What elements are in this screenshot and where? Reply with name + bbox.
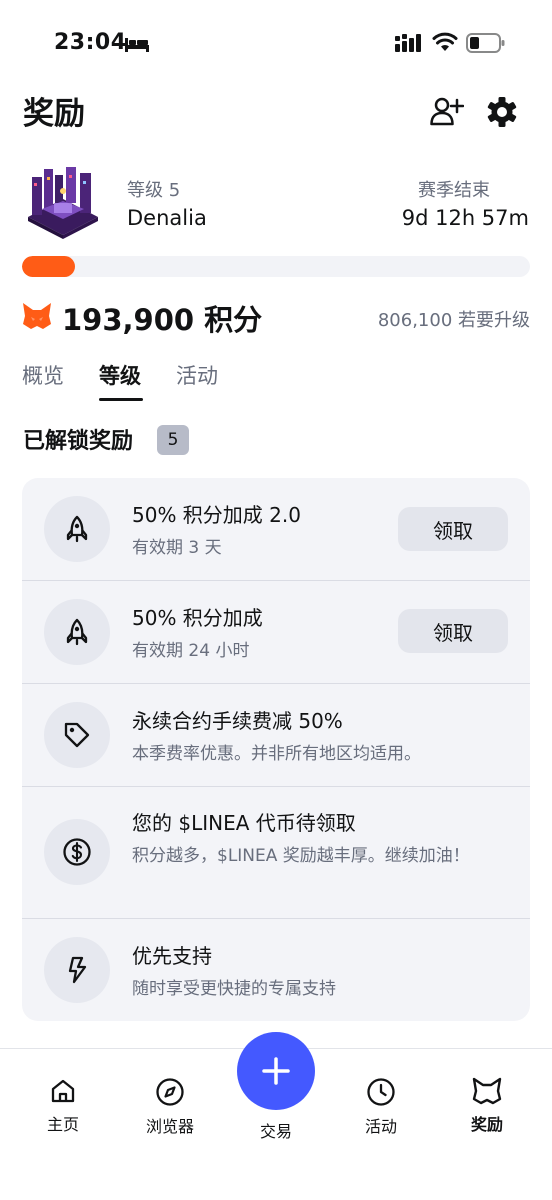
reward-item: 50% 积分加成 2.0 有效期 3 天 领取 (22, 478, 530, 580)
add-user-icon[interactable] (430, 96, 464, 126)
reward-icon (44, 702, 110, 768)
reward-icon (44, 496, 110, 562)
reward-item: 优先支持 随时享受更快捷的专属支持 (22, 919, 530, 1021)
bed-icon (125, 38, 149, 52)
trade-button[interactable] (237, 1032, 315, 1110)
clock-icon (367, 1078, 395, 1106)
reward-icon (44, 937, 110, 1003)
wifi-icon (432, 32, 458, 51)
reward-title: 永续合约手续费减 50% (132, 709, 343, 733)
rocket-icon (66, 618, 88, 646)
season-countdown: 9d 12h 57m (401, 206, 529, 230)
nav-label: 浏览器 (145, 1117, 194, 1136)
unlocked-count-badge: 5 (157, 425, 189, 455)
season-end-label: 赛季结束 (418, 180, 490, 201)
reward-item: 永续合约手续费减 50% 本季费率优惠。并非所有地区均适用。 (22, 684, 530, 786)
reward-icon (44, 599, 110, 665)
reward-description: 有效期 24 小时 (132, 641, 250, 661)
reward-item: 您的 $LINEA 代币待领取 积分越多，$LINEA 奖励越丰厚。继续加油！ (22, 787, 530, 918)
level-label: 等级 5 (127, 180, 181, 201)
reward-title: 优先支持 (132, 944, 212, 968)
level-progress-bar (22, 256, 530, 277)
status-bar: 23:04 (0, 0, 552, 80)
tab-overview[interactable]: 概览 (22, 360, 64, 390)
season-name: Denalia (127, 206, 207, 230)
points-to-next-level: 806,100 若要升级 (377, 310, 530, 331)
claim-button[interactable]: 领取 (398, 507, 508, 551)
nav-browser[interactable]: 浏览器 (125, 1077, 215, 1137)
lightning-icon (68, 956, 87, 984)
nav-activity[interactable]: 活动 (336, 1077, 426, 1137)
reward-description: 本季费率优惠。并非所有地区均适用。 (132, 744, 421, 764)
compass-icon (156, 1078, 184, 1106)
nav-rewards[interactable]: 奖励 (442, 1077, 532, 1135)
reward-item: 50% 积分加成 有效期 24 小时 领取 (22, 581, 530, 683)
tab-levels[interactable]: 等级 (99, 360, 141, 390)
reward-title: 您的 $LINEA 代币待领取 (132, 811, 356, 835)
nav-label: 活动 (364, 1117, 397, 1136)
nav-home[interactable]: 主页 (18, 1077, 108, 1135)
dollar-coin-icon (63, 838, 91, 866)
fox-outline-icon (472, 1077, 502, 1105)
reward-description: 积分越多，$LINEA 奖励越丰厚。继续加油！ (132, 846, 470, 866)
level-progress-fill (22, 256, 76, 277)
gear-icon[interactable] (486, 96, 518, 128)
home-icon (51, 1079, 75, 1103)
season-level-image (28, 167, 98, 239)
plus-icon (262, 1057, 290, 1085)
page-title: 奖励 (23, 96, 85, 132)
battery-icon (466, 33, 505, 53)
reward-title: 50% 积分加成 (132, 606, 263, 630)
unlocked-rewards-list: 50% 积分加成 2.0 有效期 3 天 领取 50% 积分加成 有效期 24 … (22, 478, 530, 1021)
reward-description: 随时享受更快捷的专属支持 (132, 979, 336, 999)
active-tab-indicator (99, 398, 143, 401)
tag-icon (64, 722, 90, 748)
nav-label: 奖励 (470, 1115, 503, 1134)
metamask-fox-icon (23, 303, 51, 329)
trade-label: 交易 (259, 1122, 292, 1141)
cellular-signal-icon (395, 34, 421, 52)
rocket-icon (66, 515, 88, 543)
reward-icon (44, 819, 110, 885)
section-title: 已解锁奖励 (23, 429, 134, 454)
claim-button[interactable]: 领取 (398, 609, 508, 653)
status-time: 23:04 (54, 30, 127, 55)
nav-label: 主页 (46, 1115, 79, 1134)
reward-description: 有效期 3 天 (132, 538, 222, 558)
points-value: 193,900 积分 (62, 303, 263, 337)
tab-activity[interactable]: 活动 (176, 360, 218, 390)
reward-title: 50% 积分加成 2.0 (132, 503, 301, 527)
